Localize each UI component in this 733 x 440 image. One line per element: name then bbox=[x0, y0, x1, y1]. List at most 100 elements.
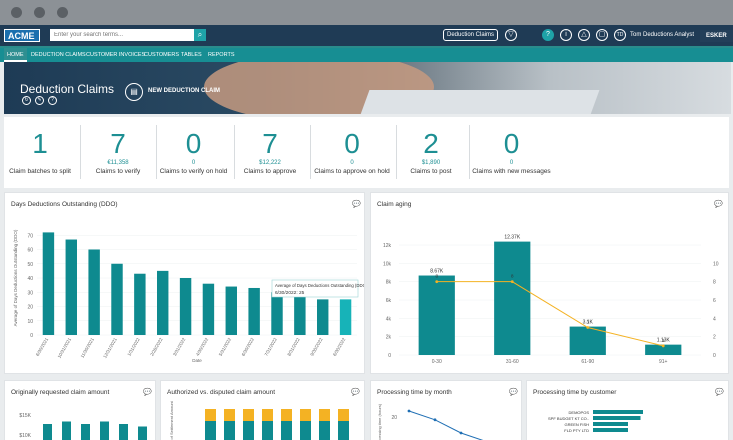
x-tick-label: 3/31/2022 bbox=[172, 337, 187, 357]
window-dot-close[interactable] bbox=[11, 7, 22, 18]
aging-bar bbox=[418, 275, 455, 355]
kpi-divider bbox=[80, 125, 81, 179]
info-icon[interactable]: i bbox=[560, 29, 572, 41]
x-tick-label: 2/28/2022 bbox=[149, 337, 164, 357]
kpi-claims-to-verify[interactable]: 7 €11,358 Claims to verify bbox=[82, 117, 154, 188]
ddo-bar bbox=[157, 270, 169, 335]
kpi-value: 7 bbox=[110, 128, 126, 159]
authorized-bar bbox=[319, 421, 330, 440]
ddo-bar bbox=[111, 263, 123, 335]
y2-tick-label: 10 bbox=[713, 261, 719, 267]
y-tick-label: 70 bbox=[27, 233, 33, 239]
main-nav: HOME DEDUCTION CLAIMS CUSTOMER INVOICES … bbox=[0, 46, 733, 62]
customer-label: DEMOPOS bbox=[569, 410, 590, 415]
orig-bar bbox=[81, 424, 90, 440]
processing-time-point bbox=[433, 418, 437, 422]
authorized-bar bbox=[281, 421, 292, 440]
tooltip-title: Average of Days Deductions Outstanding (… bbox=[275, 283, 364, 288]
customer-bar bbox=[593, 428, 628, 432]
user-name[interactable]: Tom Deductions Analyst bbox=[630, 32, 694, 38]
kpi-value: 1 bbox=[32, 128, 48, 159]
window-dot-minimize[interactable] bbox=[34, 7, 45, 18]
window-dot-maximize[interactable] bbox=[57, 7, 68, 18]
disputed-bar bbox=[338, 409, 349, 421]
lock-icon[interactable]: ▢ bbox=[596, 29, 608, 41]
y-tick-label: 20 bbox=[391, 415, 397, 421]
y-tick-label: 60 bbox=[27, 248, 33, 254]
refresh-icon[interactable]: ↻ bbox=[22, 96, 31, 105]
y-tick-label: 20 bbox=[27, 305, 33, 311]
x-tick-label: 6/30/2021 bbox=[35, 337, 50, 357]
y-tick-label: 6k bbox=[386, 298, 392, 304]
x-axis-label: Date bbox=[192, 358, 202, 363]
y2-tick-label: 0 bbox=[713, 353, 716, 359]
processing-time-customer-chart: DEMOPOSSPF BUDGET KT CO..GREEN FISHFLD P… bbox=[548, 410, 643, 433]
ddo-bar bbox=[225, 286, 237, 335]
y-tick-label: $10K bbox=[19, 433, 31, 439]
kpi-verify-on-hold[interactable]: 0 0 Claims to verify on hold bbox=[156, 117, 231, 188]
processing-time-line bbox=[408, 410, 484, 440]
ddo-bar bbox=[248, 287, 260, 335]
y-tick-label: 2k bbox=[386, 335, 392, 341]
new-deduction-claim-button[interactable]: NEW DEDUCTION CLAIM bbox=[148, 88, 220, 94]
y-tick-label: 12k bbox=[383, 243, 392, 249]
y-axis-label: Average of Days Deductions Outstanding (… bbox=[13, 229, 18, 326]
esker-logo: ESKER bbox=[700, 30, 733, 42]
help-icon[interactable]: ? bbox=[48, 96, 57, 105]
kpi-approve-on-hold[interactable]: 0 0 Claims to approve on hold bbox=[310, 117, 394, 188]
tooltip-value: 6/30/2022: 25 bbox=[275, 290, 305, 296]
kpi-value: 7 bbox=[262, 128, 278, 159]
ddo-bar bbox=[339, 299, 352, 335]
new-claim-icon[interactable]: ▤ bbox=[125, 83, 143, 101]
orig-amount-chart: $15K $10K bbox=[19, 413, 147, 440]
nav-home[interactable]: HOME bbox=[4, 48, 27, 62]
kpi-sub: €11,358 bbox=[107, 160, 129, 166]
help-icon[interactable]: ? bbox=[542, 29, 554, 41]
process-selector[interactable]: Deduction Claims bbox=[443, 29, 498, 41]
acme-logo[interactable]: ACME bbox=[4, 29, 40, 42]
kpi-claim-batches[interactable]: 1 Claim batches to split bbox=[4, 117, 76, 188]
authorized-bar bbox=[300, 421, 311, 440]
edit-icon[interactable]: ✎ bbox=[35, 96, 44, 105]
customer-label: FLD PTY LTD bbox=[564, 428, 589, 433]
nav-customers[interactable]: CUSTOMERS bbox=[141, 48, 182, 62]
disputed-bar bbox=[224, 409, 235, 421]
kpi-sub: $12,222 bbox=[259, 160, 281, 166]
y2-tick-label: 6 bbox=[713, 298, 716, 304]
kpi-value: 0 bbox=[503, 128, 520, 159]
hero-photo-laptop bbox=[358, 90, 600, 114]
kpi-claims-to-post[interactable]: 2 $1,890 Claims to post bbox=[396, 117, 466, 188]
y-tick-label: 0 bbox=[388, 353, 391, 359]
kpi-new-messages[interactable]: 0 0 Claims with new messages bbox=[469, 117, 554, 188]
nav-tables[interactable]: TABLES bbox=[178, 48, 205, 62]
aging-line bbox=[436, 281, 664, 347]
x-tick-label: 7/31/2022 bbox=[264, 337, 279, 357]
filter-icon[interactable]: ▽ bbox=[505, 29, 517, 41]
kpi-label: Claims to post bbox=[410, 168, 452, 175]
nav-reports[interactable]: REPORTS bbox=[205, 48, 238, 62]
kpi-label: Claims to verify bbox=[95, 168, 141, 175]
avatar[interactable]: TD bbox=[614, 29, 626, 41]
aging-line-point bbox=[661, 344, 665, 348]
authorized-bar bbox=[338, 421, 349, 440]
customer-bar bbox=[593, 422, 628, 426]
bell-icon[interactable]: △ bbox=[578, 29, 590, 41]
authorized-bar bbox=[205, 421, 216, 440]
nav-deduction-claims[interactable]: DEDUCTION CLAIMS bbox=[28, 48, 89, 62]
disputed-bar bbox=[319, 409, 330, 421]
x-tick-label: 61-90 bbox=[581, 359, 594, 365]
orig-amount-card: Originally requested claim amount 💬 $15K… bbox=[4, 380, 156, 440]
hero-banner: Deduction Claims ↻ ✎ ? ▤ NEW DEDUCTION C… bbox=[4, 62, 731, 114]
search-button[interactable]: ⌕ bbox=[194, 29, 206, 41]
search-input[interactable] bbox=[50, 29, 194, 41]
customer-label: GREEN FISH bbox=[565, 422, 590, 427]
nav-customer-invoices[interactable]: CUSTOMER INVOICES bbox=[83, 48, 148, 62]
x-tick-label: 11/30/2021 bbox=[80, 337, 96, 359]
y-tick-label: $15K bbox=[19, 413, 31, 419]
kpi-panel: 1 Claim batches to split 7 €11,358 Claim… bbox=[4, 117, 729, 188]
disputed-bar bbox=[243, 409, 254, 421]
x-tick-label: 0-30 bbox=[432, 359, 442, 365]
x-tick-label: 9/30/2022 bbox=[309, 337, 324, 357]
orig-bar bbox=[119, 424, 128, 440]
kpi-claims-to-approve[interactable]: 7 $12,222 Claims to approve bbox=[234, 117, 306, 188]
